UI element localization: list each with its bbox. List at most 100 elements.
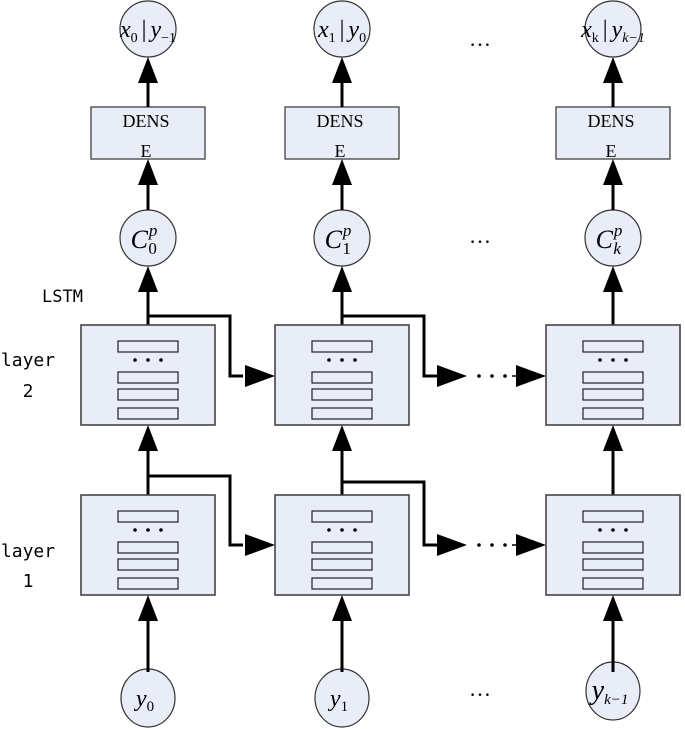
- context-label: Cp k: [596, 221, 623, 258]
- arrow-dense-to-output: [603, 57, 623, 107]
- output-y: y: [148, 17, 161, 43]
- context-node: Cp k: [584, 209, 642, 267]
- context-label: Cp 1: [325, 221, 352, 258]
- unit-bar: [117, 541, 179, 554]
- dense-label-line2: E: [141, 141, 152, 161]
- context-label: Cp 0: [131, 221, 158, 258]
- output-sep: |: [340, 17, 345, 43]
- input-y: y: [134, 686, 147, 712]
- context-sub: 1: [342, 239, 351, 258]
- unit-bar: [582, 577, 644, 590]
- context-c: C: [325, 225, 343, 254]
- context-c: C: [131, 225, 149, 254]
- unit-bar: [582, 388, 644, 401]
- unit-bar: [311, 407, 373, 420]
- context-sup: p: [613, 221, 623, 240]
- unit-bar: [582, 407, 644, 420]
- context-sub: 0: [148, 239, 157, 258]
- dense-layer: DENS E: [555, 106, 671, 161]
- arrow-input-to-layer1: [332, 595, 352, 672]
- input-sub: k−1: [604, 692, 628, 708]
- unit-bar: [582, 510, 644, 523]
- input-node: y0: [120, 668, 176, 728]
- unit-bar: [117, 558, 179, 571]
- output-label: x1 | y0: [317, 17, 366, 46]
- layer1-label-line2: 1: [23, 571, 34, 592]
- lstm-cell-layer2: [545, 324, 681, 426]
- arrow-context-to-dense: [332, 159, 352, 210]
- arrow-layer1-to-layer2: [603, 425, 623, 495]
- unit-bar: [311, 510, 373, 523]
- arrow-context-to-dense: [603, 159, 623, 210]
- output-sep: |: [142, 17, 147, 43]
- unit-bar: [582, 541, 644, 554]
- dense-label-line2: E: [606, 141, 617, 161]
- arrow-layer1-to-layer2: [332, 425, 352, 495]
- input-y: y: [589, 675, 605, 706]
- arrow-dense-to-output: [138, 57, 158, 107]
- input-node: y1: [314, 668, 370, 728]
- output-y-sub: −1: [161, 31, 176, 46]
- lstm-cell-layer1: [80, 494, 216, 596]
- output-x: x: [119, 17, 131, 43]
- output-y-sub: 0: [359, 31, 366, 46]
- unit-bar: [311, 541, 373, 554]
- ellipsis-1: …: [469, 26, 491, 51]
- unit-bar: [311, 388, 373, 401]
- output-node: x0 | y−1: [119, 0, 177, 58]
- context-sup: p: [342, 221, 352, 240]
- dense-label-line1: DENS: [122, 111, 169, 131]
- dense-label-line2: E: [335, 141, 346, 161]
- unit-bar: [311, 340, 373, 353]
- ellipsis-0: …: [469, 223, 491, 248]
- context-c: C: [596, 225, 614, 254]
- dense-layer: DENS E: [90, 106, 206, 161]
- unit-bar: [117, 371, 179, 384]
- arrow-input-to-layer1: [138, 595, 158, 672]
- unit-bar: [311, 577, 373, 590]
- unit-bar: [311, 371, 373, 384]
- lstm-cell-layer2: [80, 324, 216, 426]
- lstm-cell-layer1: [274, 494, 410, 596]
- output-sep: |: [603, 17, 608, 43]
- unit-bar: [582, 558, 644, 571]
- input-y: y: [328, 686, 341, 712]
- unit-bar: [117, 510, 179, 523]
- arrow-input-to-layer1: [603, 595, 623, 672]
- input-sub: 1: [341, 699, 349, 715]
- ellipsis-2: …: [469, 676, 491, 701]
- output-node: xk | yk−1: [580, 0, 645, 58]
- context-sup: p: [148, 221, 158, 240]
- arrow-layer2-to-context: [603, 266, 623, 325]
- arrow-layer1-to-layer2: [138, 425, 158, 495]
- output-x: x: [580, 17, 592, 43]
- unit-bar: [311, 558, 373, 571]
- unit-bar: [117, 388, 179, 401]
- unit-bar: [582, 371, 644, 384]
- unit-bar: [117, 577, 179, 590]
- output-x: x: [317, 17, 329, 43]
- layer2-label-line1: layer: [1, 350, 55, 371]
- dense-label-line1: DENS: [587, 111, 634, 131]
- layer1-label-line1: layer: [1, 541, 55, 562]
- unit-bar: [117, 407, 179, 420]
- dense-layer: DENS E: [284, 106, 400, 161]
- lstm-diagram: LSTMlayer2layer1x0 | y−1DENSECp 0y0x1 | y0DEN…: [1, 0, 681, 728]
- context-node: Cp 1: [313, 209, 371, 267]
- output-y: y: [346, 17, 359, 43]
- arrow-dense-to-output: [332, 57, 352, 107]
- output-y-sub: k−1: [622, 31, 645, 46]
- lstm-cell-layer2: [274, 324, 410, 426]
- lstm-cell-layer1: [545, 494, 681, 596]
- context-node: Cp 0: [119, 209, 177, 267]
- output-node: x1 | y0: [313, 0, 371, 58]
- output-x-sub: 0: [131, 31, 138, 46]
- arrow-context-to-dense: [138, 159, 158, 210]
- lstm-label: LSTM: [42, 287, 83, 307]
- input-sub: 0: [147, 699, 155, 715]
- output-y: y: [610, 17, 623, 43]
- unit-bar: [582, 340, 644, 353]
- context-sub: k: [613, 239, 621, 258]
- output-x-sub: k: [592, 31, 599, 46]
- output-x-sub: 1: [329, 31, 336, 46]
